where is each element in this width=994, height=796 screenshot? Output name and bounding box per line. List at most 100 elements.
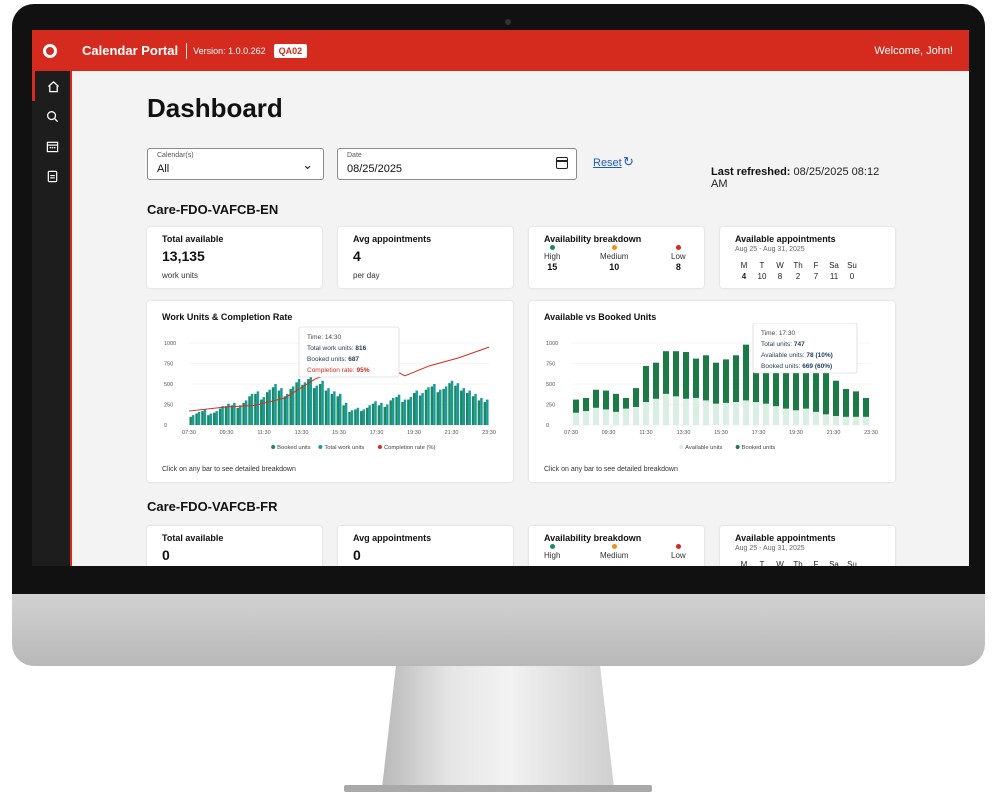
avg-appointments-card: Avg appointments 0 — [338, 526, 513, 566]
total-work-units-bar — [327, 388, 330, 425]
total-work-units-bar — [339, 393, 342, 425]
card-title: Avg appointments — [353, 533, 432, 543]
booked-units-bar — [401, 402, 404, 425]
day-column[interactable]: W8 — [771, 260, 789, 282]
day-column[interactable]: T — [753, 559, 771, 566]
home-icon — [47, 80, 60, 92]
booked-units-bar — [583, 397, 589, 412]
day-column[interactable]: M — [735, 559, 753, 566]
booked-units-bar — [683, 352, 689, 399]
day-column[interactable]: M4 — [735, 260, 753, 282]
day-label: M — [740, 560, 748, 566]
y-tick-label: 500 — [164, 382, 173, 388]
tooltip-line: Total work units: 816 — [307, 345, 367, 352]
top-bar: Calendar Portal Version: 1.0.0.262 QA02 … — [32, 30, 969, 71]
total-work-units-bar — [433, 384, 436, 425]
booked-units-bar — [573, 399, 579, 413]
day-column[interactable]: Th — [789, 559, 807, 566]
day-value: 8 — [777, 272, 783, 281]
day-value: 4 — [741, 272, 747, 281]
day-column[interactable]: Su 0 — [843, 260, 861, 282]
y-tick-label: 0 — [546, 423, 549, 429]
available-vs-booked-chart[interactable]: 0 250 500 750 1000 07:30 09:30 11:30 13:30 15:30 1… — [529, 323, 895, 473]
search-icon — [46, 110, 58, 122]
y-tick-label: 500 — [546, 382, 555, 388]
total-work-units-bar — [244, 400, 248, 425]
day-label: F — [813, 261, 819, 270]
total-work-units-bar — [468, 390, 471, 425]
calendars-select[interactable]: Calendar(s) All ⌄ — [147, 148, 324, 180]
date-field[interactable]: Date 08/25/2025 — [337, 148, 577, 180]
available-vs-booked-chart-card: Available vs Booked Units 0 250 500 750 1000… — [529, 301, 895, 482]
x-tick-label: 11:30 — [257, 430, 270, 436]
reset-link[interactable]: Reset — [593, 157, 622, 169]
title-separator — [186, 42, 188, 59]
welcome-text[interactable]: Welcome, John! — [874, 45, 953, 57]
booked-units-bar — [465, 393, 469, 425]
total-work-units-bar — [462, 388, 465, 425]
avg-appointments-value: 0 — [353, 547, 361, 563]
x-tick-label: 17:30 — [752, 430, 766, 436]
day-label: Th — [793, 261, 803, 270]
total-work-units-bar — [268, 389, 271, 425]
day-column[interactable]: F — [807, 559, 825, 566]
booked-units-bar — [413, 393, 416, 425]
sidebar-item-reports[interactable] — [32, 161, 72, 191]
booked-units-bar — [330, 393, 334, 425]
total-work-units-bar — [456, 383, 460, 425]
x-tick-label: 23:30 — [482, 430, 496, 436]
appointments-week-grid: M4 T 10 W8 Th 2 F7 Sa 11 Su 0 — [735, 260, 861, 282]
camera-icon — [505, 19, 511, 25]
card-title: Available appointments — [735, 234, 836, 244]
availability-low: Low 8 — [671, 245, 686, 272]
day-label: Sa — [829, 261, 839, 270]
day-column[interactable]: Sa 11 — [825, 260, 843, 282]
y-tick-label: 1000 — [164, 341, 176, 347]
sidebar-item-calendar[interactable] — [32, 131, 72, 161]
day-column[interactable]: Th 2 — [789, 260, 807, 282]
sidebar — [32, 71, 72, 566]
total-work-units-bar — [262, 397, 265, 425]
legend-label: Booked units — [742, 445, 776, 451]
booked-units-bar — [418, 395, 422, 425]
booked-units-bar — [442, 388, 445, 425]
section-title: Care-FDO-VAFCB-EN — [147, 202, 279, 217]
y-tick-label: 750 — [164, 362, 173, 368]
avg-appointments-unit: per day — [353, 271, 380, 280]
day-column[interactable]: Su — [843, 559, 861, 566]
day-column[interactable]: W — [771, 559, 789, 566]
booked-units-bar — [448, 383, 451, 425]
day-column[interactable]: T 10 — [753, 260, 771, 282]
booked-units-bar — [265, 392, 269, 425]
booked-units-bar — [460, 390, 463, 425]
y-tick-label: 250 — [164, 403, 173, 409]
booked-units-bar — [348, 411, 351, 425]
work-units-chart[interactable]: 0 250 500 750 1000 07:30 09:30 11:30 13:30 15:30 1… — [147, 323, 513, 473]
legend-swatch — [377, 445, 382, 449]
booked-units-bar — [271, 387, 275, 425]
sidebar-item-search[interactable] — [32, 101, 72, 131]
app-title[interactable]: Calendar Portal — [82, 43, 178, 58]
total-work-units-bar — [280, 388, 283, 425]
logo-icon[interactable] — [43, 43, 57, 58]
tooltip-line: Available units: 78 (10%) — [761, 352, 833, 359]
sidebar-item-home[interactable] — [32, 71, 72, 101]
booked-units-bar — [823, 371, 829, 415]
day-column[interactable]: F7 — [807, 260, 825, 282]
booked-units-bar — [218, 408, 222, 425]
availability-medium: Medium 10 — [600, 245, 628, 272]
refresh-icon[interactable]: ↻ — [623, 154, 634, 170]
total-available-value: 13,135 — [162, 248, 205, 264]
booked-units-bar — [207, 415, 210, 425]
total-work-units-bar — [321, 380, 324, 425]
total-work-units-bar — [297, 379, 301, 425]
total-available-unit: work units — [162, 271, 199, 280]
booked-units-bar — [236, 407, 239, 425]
total-work-units-bar — [421, 393, 424, 425]
day-column[interactable]: Sa — [825, 559, 843, 566]
total-work-units-bar — [444, 386, 448, 425]
booked-units-bar — [324, 390, 328, 425]
total-work-units-bar — [239, 405, 242, 425]
calendar-picker-icon[interactable] — [556, 157, 568, 169]
booked-units-bar — [295, 382, 298, 425]
